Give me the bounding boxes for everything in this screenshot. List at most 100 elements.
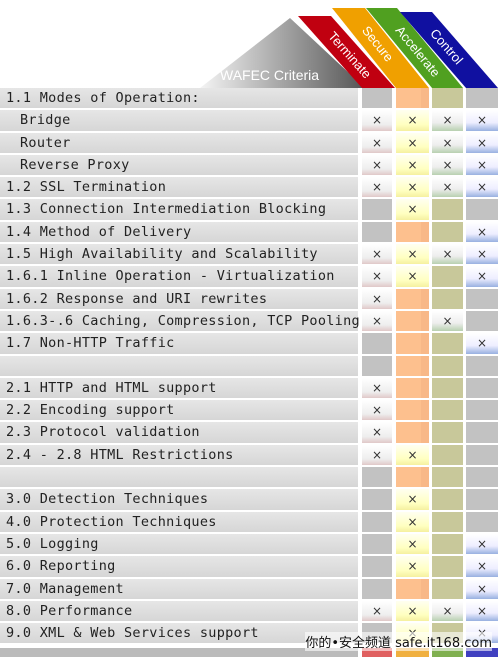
- criteria-label: 2.3 Protocol validation: [0, 422, 358, 443]
- criteria-label: Bridge: [0, 110, 358, 131]
- check-mark-cell: ×: [466, 533, 498, 555]
- check-mark-cell: ×: [466, 132, 498, 153]
- watermark: 你的•安全频道 safe.it168.com: [305, 632, 492, 651]
- empty-cell: [466, 511, 498, 532]
- criteria-label: 1.4 Method of Delivery: [0, 221, 358, 243]
- check-mark-cell: ×: [362, 110, 392, 131]
- criteria-label: 1.1 Modes of Operation:: [0, 88, 358, 109]
- empty-cell: [396, 333, 429, 354]
- check-mark-cell: ×: [432, 132, 463, 153]
- table-row: 1.6.3-.6 Caching, Compression, TCP Pooli…: [0, 310, 500, 332]
- criteria-label: 3.0 Detection Techniques: [0, 489, 358, 510]
- criteria-label: 1.7 Non-HTTP Traffic: [0, 333, 358, 354]
- check-mark-cell: ×: [362, 177, 392, 198]
- check-mark-cell: ×: [362, 154, 392, 176]
- check-mark-cell: ×: [396, 600, 429, 622]
- check-mark-cell: ×: [396, 444, 429, 466]
- empty-cell: [432, 444, 463, 466]
- empty-cell: [466, 288, 498, 309]
- check-mark-cell: ×: [396, 556, 429, 577]
- check-mark-cell: ×: [362, 400, 392, 421]
- check-mark-cell: ×: [396, 199, 429, 220]
- empty-cell: [466, 199, 498, 220]
- table-row: 6.0 Reporting × ×: [0, 556, 500, 577]
- check-mark-cell: ×: [466, 221, 498, 243]
- empty-cell: [432, 266, 463, 287]
- check-mark-cell: ×: [362, 422, 392, 443]
- table-row: 2.1 HTTP and HTML support ×: [0, 377, 500, 399]
- empty-cell: [396, 400, 429, 421]
- empty-cell: [432, 221, 463, 243]
- check-mark-cell: ×: [432, 154, 463, 176]
- criteria-header-title: WAFEC Criteria: [220, 67, 319, 83]
- check-mark-cell: ×: [466, 154, 498, 176]
- empty-cell: [396, 422, 429, 443]
- table-row: 1.3 Connection Intermediation Blocking ×: [0, 199, 500, 220]
- check-mark-cell: ×: [466, 600, 498, 622]
- check-mark-cell: ×: [362, 266, 392, 287]
- check-mark-cell: ×: [466, 266, 498, 287]
- criteria-label: Reverse Proxy: [0, 154, 358, 176]
- empty-cell: [466, 444, 498, 466]
- empty-cell: [362, 533, 392, 555]
- check-mark-cell: ×: [466, 556, 498, 577]
- check-mark-cell: ×: [396, 489, 429, 510]
- table-row: 1.7 Non-HTTP Traffic ×: [0, 333, 500, 354]
- criteria-label: 8.0 Performance: [0, 600, 358, 622]
- criteria-label: 1.2 SSL Termination: [0, 177, 358, 198]
- check-mark-cell: ×: [396, 154, 429, 176]
- check-mark-cell: ×: [396, 533, 429, 555]
- empty-cell: [362, 489, 392, 510]
- table-row: [0, 355, 500, 376]
- empty-cell: [432, 489, 463, 510]
- empty-cell: [396, 377, 429, 399]
- criteria-label: 6.0 Reporting: [0, 556, 358, 577]
- empty-cell: [432, 467, 463, 488]
- check-mark-cell: ×: [466, 244, 498, 265]
- table-row: 1.4 Method of Delivery ×: [0, 221, 500, 243]
- empty-cell: [362, 355, 392, 376]
- check-mark-cell: ×: [466, 578, 498, 599]
- empty-cell: [432, 333, 463, 354]
- table-row: 1.2 SSL Termination × × × ×: [0, 177, 500, 198]
- check-mark-cell: ×: [466, 110, 498, 131]
- check-mark-cell: ×: [362, 288, 392, 309]
- criteria-label: 1.3 Connection Intermediation Blocking: [0, 199, 358, 220]
- empty-cell: [432, 578, 463, 599]
- criteria-label: [0, 467, 358, 488]
- empty-cell: [396, 467, 429, 488]
- table-row: 1.1 Modes of Operation:: [0, 88, 500, 109]
- check-mark-cell: ×: [466, 177, 498, 198]
- criteria-label: 4.0 Protection Techniques: [0, 511, 358, 532]
- check-mark-cell: ×: [432, 310, 463, 332]
- empty-cell: [432, 355, 463, 376]
- criteria-label: 2.1 HTTP and HTML support: [0, 377, 358, 399]
- table-row: 8.0 Performance × × × ×: [0, 600, 500, 622]
- empty-cell: [466, 88, 498, 109]
- empty-cell: [432, 422, 463, 443]
- empty-cell: [466, 422, 498, 443]
- empty-cell: [396, 578, 429, 599]
- table-row: Bridge × × × ×: [0, 110, 500, 131]
- empty-cell: [466, 377, 498, 399]
- empty-cell: [432, 199, 463, 220]
- criteria-label: 1.6.1 Inline Operation - Virtualization: [0, 266, 358, 287]
- check-mark-cell: ×: [432, 177, 463, 198]
- criteria-label: 1.5 High Availability and Scalability: [0, 244, 358, 265]
- empty-cell: [432, 288, 463, 309]
- check-mark-cell: ×: [396, 244, 429, 265]
- criteria-table: 1.1 Modes of Operation: Bridge × × × × Router ×…: [0, 88, 500, 645]
- empty-cell: [396, 88, 429, 109]
- empty-cell: [432, 556, 463, 577]
- check-mark-cell: ×: [362, 444, 392, 466]
- check-mark-cell: ×: [362, 377, 392, 399]
- empty-cell: [432, 377, 463, 399]
- check-mark-cell: ×: [396, 266, 429, 287]
- table-row: 1.5 High Availability and Scalability × × ×…: [0, 244, 500, 265]
- check-mark-cell: ×: [396, 110, 429, 131]
- empty-cell: [466, 355, 498, 376]
- empty-cell: [396, 288, 429, 309]
- criteria-label: [0, 355, 358, 376]
- criteria-label: 2.4 - 2.8 HTML Restrictions: [0, 444, 358, 466]
- table-row: [0, 467, 500, 488]
